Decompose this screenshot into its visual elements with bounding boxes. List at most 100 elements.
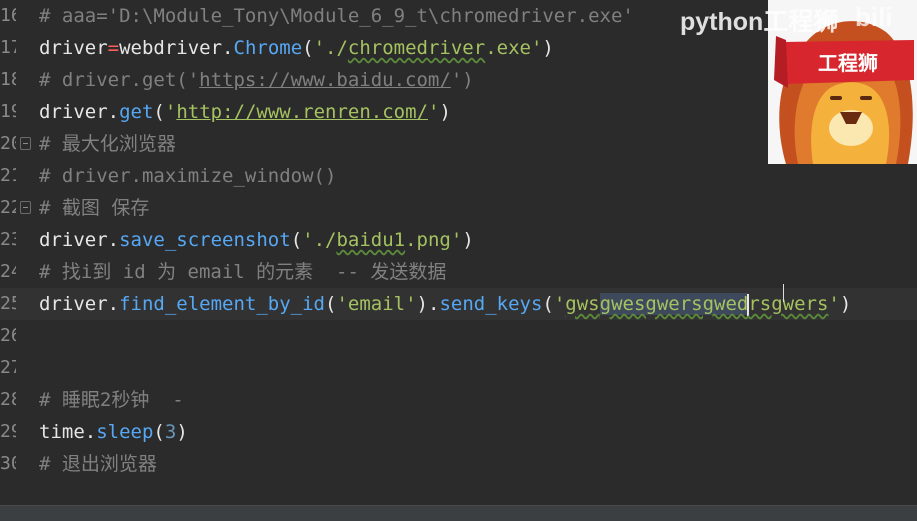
punctuation: . <box>107 229 120 251</box>
string-literal: './ <box>313 37 348 59</box>
code-text[interactable]: # aaa='D:\Module_Tony\Module_6_9_t\chrom… <box>39 0 634 32</box>
string-literal: ' <box>164 101 177 123</box>
code-line[interactable]: 21 # driver.maximize_window() <box>0 160 917 192</box>
mouse-ibeam-icon <box>783 284 790 302</box>
comment-text: # driver.maximize_window() <box>39 165 337 187</box>
punctuation: ) <box>462 229 474 251</box>
comment-text: # driver.get(' <box>39 69 200 91</box>
comment-text: ') <box>450 69 474 91</box>
code-text[interactable]: # 睡眠2秒钟 - <box>39 384 184 416</box>
punctuation: . <box>107 293 120 315</box>
string-literal: ' <box>428 101 440 123</box>
current-code-line[interactable]: 25 driver.find_element_by_id('email').se… <box>0 288 917 320</box>
punctuation: ( <box>153 421 165 443</box>
function-name: save_screenshot <box>119 229 291 251</box>
code-line[interactable]: 22 # 截图 保存 <box>0 192 917 224</box>
line-number: 28 <box>0 389 16 410</box>
punctuation: ( <box>153 101 165 123</box>
punctuation: ) <box>439 101 451 123</box>
comment-text: # 最大化浏览器 <box>39 133 176 155</box>
code-text[interactable]: time.sleep(3) <box>39 416 188 448</box>
string-literal: baidu1 <box>336 229 406 251</box>
string-literal: .exe' <box>485 37 543 59</box>
comment-url[interactable]: https://www.baidu.com/ <box>199 69 451 91</box>
number-literal: 3 <box>164 421 177 443</box>
line-number: 17 <box>0 37 16 58</box>
comment-text: # 退出浏览器 <box>39 453 157 475</box>
code-line[interactable]: 24 # 找i到 id 为 email 的元素 -- 发送数据 <box>0 256 917 288</box>
string-literal: chromedriver <box>347 37 486 59</box>
line-number: 26 <box>0 325 16 346</box>
comment-text: # 找i到 id 为 email 的元素 -- 发送数据 <box>39 261 447 283</box>
identifier: webdriver <box>119 37 223 59</box>
function-name: find_element_by_id <box>119 293 325 315</box>
code-text[interactable]: driver.find_element_by_id('email').send_… <box>39 288 851 320</box>
selected-text[interactable]: gwesgwersgwed <box>599 293 749 315</box>
identifier: driver <box>39 101 108 123</box>
identifier: time <box>39 421 85 443</box>
string-url[interactable]: http://www.renren.com/ <box>176 101 428 123</box>
line-number: 19 <box>0 101 16 122</box>
punctuation: . <box>427 293 440 315</box>
punctuation: ) <box>839 293 852 315</box>
comment-text: # 睡眠2秒钟 - <box>39 389 184 411</box>
comment-text: # 截图 保存 <box>39 197 150 219</box>
code-line[interactable]: 26 <box>0 320 917 352</box>
line-number: 21 <box>0 165 16 186</box>
channel-watermark: python工程狮 <box>680 8 839 36</box>
function-name: sleep <box>96 421 154 443</box>
line-number: 27 <box>0 357 16 378</box>
line-number: 29 <box>0 421 16 442</box>
identifier: driver <box>39 37 108 59</box>
code-text[interactable]: # driver.get('https://www.baidu.com/') <box>39 64 474 96</box>
code-text[interactable]: # 找i到 id 为 email 的元素 -- 发送数据 <box>39 256 446 288</box>
line-number: 24 <box>0 261 16 282</box>
code-line[interactable]: 23 driver.save_screenshot('./baidu1.png'… <box>0 224 917 256</box>
string-literal: ' <box>553 293 566 315</box>
code-text[interactable]: # 退出浏览器 <box>39 448 157 480</box>
fold-marker-icon[interactable] <box>20 201 31 214</box>
code-text[interactable]: driver.save_screenshot('./baidu1.png') <box>39 224 474 256</box>
punctuation: . <box>222 37 234 59</box>
bilibili-logo-icon: bili <box>855 2 893 32</box>
code-text[interactable]: # driver.maximize_window() <box>39 160 336 192</box>
line-number: 25 <box>0 293 16 314</box>
punctuation: ( <box>290 229 303 251</box>
string-literal: gws <box>565 293 600 315</box>
line-number: 30 <box>0 453 16 474</box>
code-text[interactable]: driver=webdriver.Chrome('./chromedriver.… <box>39 32 554 64</box>
line-number: 22 <box>0 197 16 218</box>
punctuation: ) <box>416 293 428 315</box>
code-text[interactable]: # 截图 保存 <box>39 192 149 224</box>
status-bar <box>0 505 917 521</box>
string-literal: './ <box>302 229 337 251</box>
punctuation: ) <box>542 37 554 59</box>
punctuation: ( <box>302 37 314 59</box>
string-literal: .png' <box>405 229 463 251</box>
identifier: driver <box>39 229 108 251</box>
line-number: 18 <box>0 69 16 90</box>
punctuation: ) <box>176 421 188 443</box>
avatar-banner-text: 工程狮 <box>818 51 878 75</box>
fold-marker-icon[interactable] <box>20 137 31 150</box>
function-name: get <box>119 101 154 123</box>
punctuation: ( <box>542 293 554 315</box>
comment-text: # aaa='D:\Module_Tony\Module_6_9_t\chrom… <box>39 5 634 27</box>
line-number: 16 <box>0 5 16 26</box>
operator: = <box>107 37 120 59</box>
code-line[interactable]: 27 <box>0 352 917 384</box>
code-editor[interactable]: 16 # aaa='D:\Module_Tony\Module_6_9_t\ch… <box>0 0 917 521</box>
line-number: 23 <box>0 229 16 250</box>
code-text[interactable]: driver.get('http://www.renren.com/') <box>39 96 451 128</box>
code-line[interactable]: 30 # 退出浏览器 <box>0 448 917 480</box>
code-line[interactable]: 28 # 睡眠2秒钟 - <box>0 384 917 416</box>
punctuation: . <box>107 101 120 123</box>
editor-bottom-area <box>0 478 917 505</box>
code-line[interactable]: 29 time.sleep(3) <box>0 416 917 448</box>
identifier: driver <box>39 293 108 315</box>
line-number: 20 <box>0 133 16 154</box>
string-literal: 'email' <box>336 293 417 315</box>
string-literal: ' <box>828 293 840 315</box>
function-name: Chrome <box>233 37 303 59</box>
code-text[interactable]: # 最大化浏览器 <box>39 128 176 160</box>
